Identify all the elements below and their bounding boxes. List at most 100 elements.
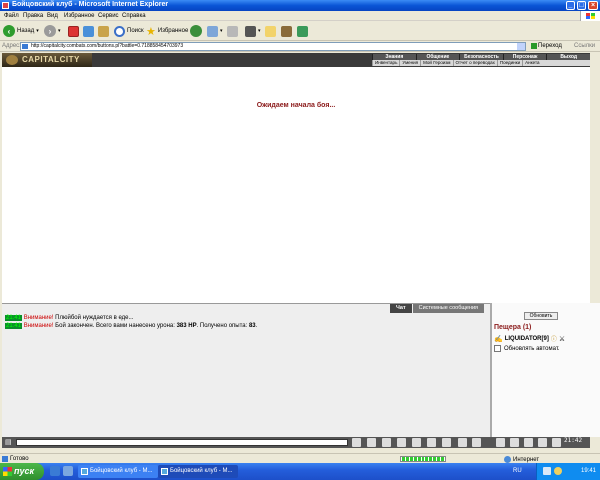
messenger-icon [297,25,308,37]
waiting-message: Ожидаем начала боя... [256,102,336,109]
action-icon[interactable] [442,438,451,447]
minimize-button[interactable]: _ [566,1,575,10]
chat-area: Чат Системные сообщения 21:41 Внимание! … [2,303,490,437]
home-button[interactable] [98,24,109,38]
address-input[interactable]: http://capitalcity.combats.com/buttons.p… [20,42,526,51]
chevron-down-icon: ▾ [36,28,39,34]
system-tray: RU 19:41 [513,463,600,480]
go-arrow-icon [531,43,537,49]
history-icon [190,25,202,37]
menu-bar: Файл Правка Вид Избранное Сервис Справка [0,11,600,21]
auto-refresh-checkbox[interactable] [494,345,501,352]
private-message-icon[interactable]: ✍ [494,335,503,343]
message-time[interactable]: 21:41 [5,323,23,329]
settings-icon[interactable] [458,438,467,447]
print-button[interactable] [227,24,238,38]
refresh-icon [83,25,94,37]
menu-edit[interactable]: Правка [23,13,43,19]
chat-menu-icon[interactable]: ▤ [5,438,12,446]
browser-toolbar: ‹ Назад ▾ › ▾ Поиск ★ Избранное ▾ ▾ [0,21,600,41]
favorites-label: Избранное [157,28,189,34]
search-button[interactable]: Поиск [114,24,144,38]
subnav-battles[interactable]: Поединки [496,60,522,66]
menu-file[interactable]: Файл [4,13,19,19]
go-button[interactable]: Переход [531,43,562,49]
folder-icon [265,25,276,37]
tab-chat[interactable]: Чат [390,304,412,313]
refresh-button[interactable] [83,24,94,38]
status-text: Готово [10,456,29,462]
history-button[interactable] [190,24,202,38]
taskbar-item-active[interactable]: Бойцовский клуб - М... [158,465,238,478]
back-button[interactable]: ‹ Назад ▾ [3,24,39,38]
smiles-icon[interactable] [382,438,391,447]
links-button[interactable]: Ссылки [574,43,595,49]
desktop-icon[interactable] [63,466,73,476]
tab-system-messages[interactable]: Системные сообщения [412,304,484,313]
language-indicator[interactable]: RU [513,468,522,474]
messenger-button[interactable] [297,24,308,38]
subnav-skills[interactable]: Умения [399,60,420,66]
ie-icon [2,2,9,9]
menu-help[interactable]: Справка [122,13,146,19]
game-logo: CAPITALCITY [2,53,92,67]
location-panel: Обновить Пещера (1) ✍ LIQUIDATOR[9] ⓘ ⚔ … [490,303,600,437]
chat-input-bar: ▤ 21:42 [2,437,590,448]
message-text: . Получено опыта: [196,323,248,329]
back-arrow-icon: ‹ [3,25,15,37]
player-row: ✍ LIQUIDATOR[9] ⓘ ⚔ [494,334,565,344]
menu-view[interactable]: Вид [47,13,58,19]
message-text: Плюйбой нуждается в еде... [55,315,134,321]
game-clock: 21:42 [564,437,583,444]
mail-button[interactable]: ▾ [207,24,223,38]
clear-icon[interactable] [367,438,376,447]
task-label: Бойцовский клуб - М... [170,468,233,474]
research-button[interactable] [281,24,292,38]
torch-icon[interactable] [524,438,533,447]
forward-button[interactable]: › ▾ [44,24,61,38]
stop-button[interactable] [68,24,79,38]
translit-icon[interactable] [412,438,421,447]
volume-icon[interactable] [554,467,562,475]
security-zone: Интернет [504,456,539,463]
map-icon[interactable] [538,438,547,447]
subnav-heroism[interactable]: Мой Героизм [420,60,452,66]
chevron-down-icon: ▾ [258,28,261,34]
sound-icon[interactable] [496,438,505,447]
info-icon[interactable]: ⓘ [551,334,557,343]
chat-input[interactable] [16,439,348,446]
ie-quicklaunch-icon[interactable] [50,466,60,476]
close-button[interactable]: × [588,1,598,10]
subnav-transfers[interactable]: Отчет о переводах [452,60,497,66]
hero-icon[interactable] [427,438,436,447]
tool-icon[interactable] [552,438,561,447]
discuss-button[interactable] [265,24,276,38]
menu-favorites[interactable]: Избранное [64,13,94,19]
message-time[interactable]: 21:41 [5,315,23,321]
windows-logo-icon [3,467,12,476]
send-icon[interactable] [352,438,361,447]
menu-tools[interactable]: Сервис [98,13,119,19]
player-name[interactable]: LIQUIDATOR[9] [505,336,549,342]
maximize-button[interactable]: □ [577,1,586,10]
filter-icon[interactable] [397,438,406,447]
chevron-down-icon[interactable] [517,43,525,50]
address-bar: Адрес: http://capitalcity.combats.com/bu… [0,41,600,52]
taskbar: пуск Бойцовский клуб - М... Бойцовский к… [0,463,600,480]
edit-button[interactable]: ▾ [245,24,261,38]
subnav-inventory[interactable]: Инвентарь [372,60,399,66]
back-label: Назад [17,28,35,34]
network-icon[interactable] [543,467,551,475]
refresh-list-button[interactable]: Обновить [524,312,558,320]
taskbar-item[interactable]: Бойцовский клуб - М... [78,465,158,478]
damage-value: 383 HP [176,323,197,329]
progress-bar [400,456,446,462]
chat-message: 21:41 Внимание! Плюйбой нуждается в еде.… [5,315,134,321]
internet-zone-icon [504,456,511,463]
favorites-button[interactable]: ★ Избранное [146,24,188,38]
music-icon[interactable] [510,438,519,447]
search-icon [114,25,125,37]
subnav-profile[interactable]: Анкета [522,60,541,66]
start-button[interactable]: пуск [0,463,44,480]
people-icon[interactable] [472,438,481,447]
